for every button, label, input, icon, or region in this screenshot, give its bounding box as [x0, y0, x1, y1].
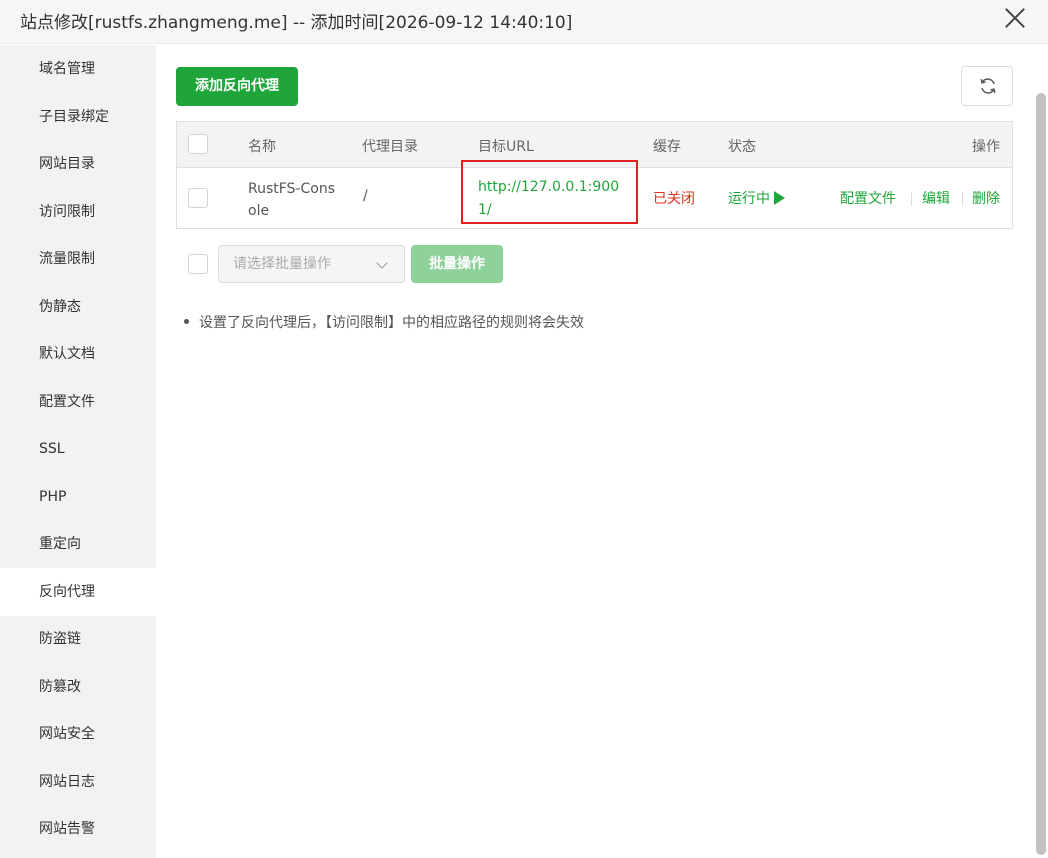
- batch-select-placeholder: 请选择批量操作: [233, 256, 331, 272]
- header-status: 状态: [728, 139, 756, 155]
- sidebar-item-reverse-proxy[interactable]: 反向代理: [0, 568, 156, 616]
- scrollbar[interactable]: [1034, 45, 1048, 858]
- select-all-checkbox[interactable]: [188, 134, 208, 154]
- add-reverse-proxy-button[interactable]: 添加反向代理: [176, 67, 298, 106]
- header-name: 名称: [248, 139, 276, 155]
- sidebar-item-domain[interactable]: 域名管理: [0, 45, 156, 93]
- sidebar-item-config-file[interactable]: 配置文件: [0, 378, 156, 426]
- row-target-url[interactable]: http://127.0.0.1:900 1/: [478, 176, 619, 222]
- sidebar-item-traffic-limit[interactable]: 流量限制: [0, 235, 156, 283]
- play-icon: [774, 191, 785, 205]
- tip-text: 设置了反向代理后，【访问限制】中的相应路径的规则将会失效: [199, 315, 584, 331]
- scrollbar-thumb[interactable]: [1036, 93, 1046, 855]
- sidebar-item-subdir[interactable]: 子目录绑定: [0, 93, 156, 141]
- row-name: RustFS-Cons ole: [248, 178, 335, 222]
- row-url-line1: http://127.0.0.1:900: [478, 179, 620, 195]
- sidebar-item-site-alert[interactable]: 网站告警: [0, 805, 156, 853]
- close-icon[interactable]: [1004, 7, 1026, 29]
- sidebar-item-php[interactable]: PHP: [0, 473, 156, 521]
- status-label: 运行中: [728, 191, 770, 207]
- table-row: RustFS-Cons ole / http://127.0.0.1:900 1…: [177, 160, 1012, 228]
- row-url-line2: 1/: [478, 202, 492, 218]
- sidebar-item-redirect[interactable]: 重定向: [0, 520, 156, 568]
- sidebar-item-hotlink[interactable]: 防盗链: [0, 615, 156, 663]
- batch-operation-button[interactable]: 批量操作: [411, 245, 503, 283]
- config-file-link[interactable]: 配置文件: [840, 188, 896, 208]
- header-target-url: 目标URL: [478, 139, 534, 155]
- row-name-line1: RustFS-Cons: [248, 181, 336, 197]
- delete-link[interactable]: 删除: [972, 188, 1000, 208]
- sidebar-item-site-security[interactable]: 网站安全: [0, 710, 156, 758]
- bullet-icon: [184, 319, 189, 324]
- edit-link[interactable]: 编辑: [922, 188, 950, 208]
- refresh-icon: [980, 78, 996, 94]
- sidebar-item-access-limit[interactable]: 访问限制: [0, 188, 156, 236]
- sidebar-item-site-log[interactable]: 网站日志: [0, 758, 156, 806]
- action-divider: [911, 192, 912, 206]
- row-proxy-dir: /: [363, 188, 368, 204]
- row-name-line2: ole: [248, 203, 270, 219]
- header-actions: 操作: [972, 139, 1000, 155]
- tips-list: 设置了反向代理后，【访问限制】中的相应路径的规则将会失效: [184, 312, 584, 332]
- sidebar-item-default-doc[interactable]: 默认文档: [0, 330, 156, 378]
- sidebar-item-rewrite[interactable]: 伪静态: [0, 283, 156, 331]
- dialog-titlebar: 站点修改[rustfs.zhangmeng.me] -- 添加时间[2026-0…: [0, 0, 1048, 44]
- action-divider: [962, 192, 963, 206]
- row-running-status[interactable]: 运行中: [728, 188, 785, 208]
- sidebar: 域名管理 子目录绑定 网站目录 访问限制 流量限制 伪静态 默认文档 配置文件 …: [0, 45, 156, 858]
- dialog-title: 站点修改[rustfs.zhangmeng.me] -- 添加时间[2026-0…: [20, 13, 573, 33]
- header-cache: 缓存: [653, 139, 681, 155]
- sidebar-item-site-dir[interactable]: 网站目录: [0, 140, 156, 188]
- header-proxy-dir: 代理目录: [362, 139, 418, 155]
- sidebar-item-tamper-proof[interactable]: 防篡改: [0, 663, 156, 711]
- row-checkbox[interactable]: [188, 188, 208, 208]
- proxy-table: 名称 代理目录 目标URL 缓存 状态 操作 RustFS-Cons ole /…: [176, 121, 1013, 229]
- sidebar-item-ssl[interactable]: SSL: [0, 425, 156, 473]
- row-cache-status[interactable]: 已关闭: [653, 188, 695, 208]
- batch-select-checkbox[interactable]: [188, 254, 208, 274]
- batch-operation-select[interactable]: 请选择批量操作: [218, 245, 405, 283]
- chevron-down-icon: [376, 257, 388, 269]
- refresh-button[interactable]: [961, 66, 1013, 106]
